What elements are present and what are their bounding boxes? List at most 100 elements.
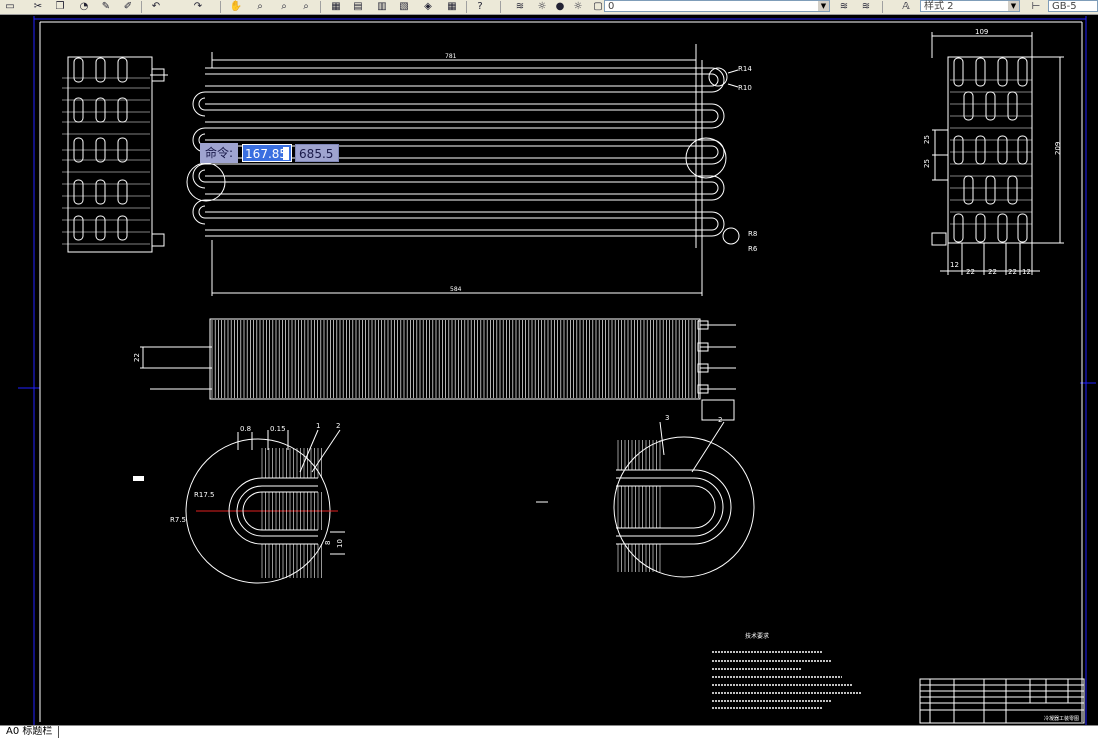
side-height-dim: 209 <box>1054 142 1062 155</box>
detail-8: 8 <box>324 541 332 545</box>
calculator-icon[interactable]: ▦ <box>444 0 460 13</box>
detail-left: 0.8 0.15 1 2 R17.5 R7.5 8 10 <box>170 422 345 584</box>
coordinate-y-input[interactable]: 685.5 <box>295 144 340 162</box>
layer-manager-icon[interactable]: ≋ <box>512 0 528 13</box>
u-bend-right-inner <box>711 181 719 195</box>
help-icon[interactable]: ? <box>472 0 488 13</box>
standard-toolbar: ▭ ✂ ❐ ◔ ✎ ✐ ↶ ↷ ✋ ⌕ ⌕ ⌕ ▦ ▤ ▥ ▧ ◈ ▦ ? ≋ … <box>0 0 1098 15</box>
right-side-view: 109 209 25 25 12 22 22 22 12 <box>923 28 1064 276</box>
pan-icon[interactable]: ✋ <box>228 0 244 13</box>
front-fin-view: 22 <box>133 318 736 421</box>
side-width-dim: 109 <box>975 28 988 36</box>
label-r8: R8 <box>748 230 757 238</box>
detail-2: 2 <box>336 422 340 430</box>
u-bend-left-inner <box>198 205 206 219</box>
match-properties-icon[interactable]: ✎ <box>98 0 114 13</box>
layer-freeze-icon[interactable]: ☼ <box>570 0 586 13</box>
chevron-down-icon[interactable]: ▼ <box>1008 1 1019 11</box>
tube-slot <box>953 213 964 243</box>
undo-icon[interactable]: ↶ <box>148 0 164 13</box>
text-style-icon[interactable]: 𝔸 <box>898 0 914 13</box>
copy-icon[interactable]: ❐ <box>52 0 68 13</box>
coordinate-x-value: 167.85 <box>245 147 288 161</box>
text-style-value: 样式 2 <box>924 1 954 12</box>
u-bend-right-inner <box>711 145 719 159</box>
chevron-down-icon[interactable]: ▼ <box>818 1 829 11</box>
side-22c: 22 <box>1008 268 1017 276</box>
detail-1: 1 <box>316 422 320 430</box>
command-prompt: 命令: <box>200 143 239 163</box>
dynamic-input: 命令: 167.85 685.5 <box>200 143 340 163</box>
detail-3: 3 <box>665 414 669 422</box>
tube-slot <box>95 97 106 123</box>
paste-icon[interactable]: ◔ <box>76 0 92 13</box>
dimension-style-icon[interactable]: ⊢ <box>1028 0 1044 13</box>
tube-slot <box>73 179 84 205</box>
dimension-style-dropdown[interactable]: GB-5 <box>1048 0 1098 12</box>
detail-015: 0.15 <box>270 425 286 433</box>
left-end-view <box>62 56 168 253</box>
layer-previous-icon[interactable]: ≋ <box>836 0 852 13</box>
tube-slot <box>95 215 106 241</box>
dimension-style-value: GB-5 <box>1052 1 1077 12</box>
tube-slot <box>73 215 84 241</box>
main-top-view: 781 584 R14 R10 R8 R6 <box>186 44 758 296</box>
title-block-name: 冷凝器工装零图 <box>1044 715 1079 722</box>
tube-slot <box>997 213 1008 243</box>
label-r6: R6 <box>748 245 758 253</box>
layer-dropdown-value: 0 <box>608 1 615 12</box>
outer-tube-wall <box>616 469 732 545</box>
zoom-previous-icon[interactable]: ⌕ <box>298 0 314 13</box>
zoom-window-icon[interactable]: ⌕ <box>276 0 292 13</box>
dim-bottom-length: 584 <box>450 286 462 293</box>
technical-notes: 技术要求 <box>712 632 862 709</box>
layer-on-icon[interactable]: ● <box>552 0 568 13</box>
tube-slot <box>1017 213 1028 243</box>
dim-top-length: 781 <box>445 53 457 60</box>
coordinate-x-input[interactable]: 167.85 <box>242 144 293 162</box>
redo-icon[interactable]: ↷ <box>190 0 206 13</box>
tube-slot <box>95 57 106 83</box>
inner-tube-wall <box>616 485 716 529</box>
layout-tab[interactable]: A0 标题栏 <box>0 726 60 738</box>
tube-slot <box>95 179 106 205</box>
tube-slot <box>73 57 84 83</box>
text-style-dropdown[interactable]: 样式 2 ▼ <box>920 0 1020 12</box>
sheet-set-icon[interactable]: ▧ <box>396 0 412 13</box>
zoom-realtime-icon[interactable]: ⌕ <box>252 0 268 13</box>
detail-r7: R7.5 <box>170 516 186 524</box>
side-12b: 12 <box>1022 268 1031 276</box>
title-block: 冷凝器工装零图 <box>919 678 1085 724</box>
tube-slot <box>953 57 964 87</box>
tube-slot <box>1017 57 1028 87</box>
detail-2b: 2 <box>718 416 722 424</box>
detail-r17: R17.5 <box>194 491 214 499</box>
open-icon[interactable]: ▭ <box>2 0 18 13</box>
label-r10: R10 <box>738 84 752 92</box>
tube-slot <box>73 97 84 123</box>
tube-slot <box>117 97 128 123</box>
layout-tabs-bar: A0 标题栏 <box>0 725 1098 738</box>
detail-08: 0.8 <box>240 425 251 433</box>
u-bend-right-inner <box>711 217 719 231</box>
cut-icon[interactable]: ✂ <box>30 0 46 13</box>
properties-icon[interactable]: ▦ <box>328 0 344 13</box>
text-cursor <box>283 147 290 160</box>
block-editor-icon[interactable]: ✐ <box>120 0 136 13</box>
tube-slot <box>117 179 128 205</box>
layer-tools-icon[interactable]: ≋ <box>858 0 874 13</box>
tube-slot <box>975 213 986 243</box>
tube-slot <box>117 57 128 83</box>
side-22b: 22 <box>988 268 997 276</box>
notes-title: 技术要求 <box>745 632 769 640</box>
markup-icon[interactable]: ◈ <box>420 0 436 13</box>
u-bend-right-inner <box>711 109 719 123</box>
layer-state-icon[interactable]: ☼ <box>534 0 550 13</box>
tube-slot <box>997 57 1008 87</box>
layer-dropdown[interactable]: 0 ▼ <box>604 0 830 12</box>
detail-right: 3 2 <box>613 414 755 578</box>
drawing-canvas[interactable]: 781 584 R14 R10 R8 R6 109 209 25 25 12 2… <box>0 15 1098 725</box>
design-center-icon[interactable]: ▤ <box>350 0 366 13</box>
small-marker <box>133 476 144 481</box>
tool-palettes-icon[interactable]: ▥ <box>374 0 390 13</box>
